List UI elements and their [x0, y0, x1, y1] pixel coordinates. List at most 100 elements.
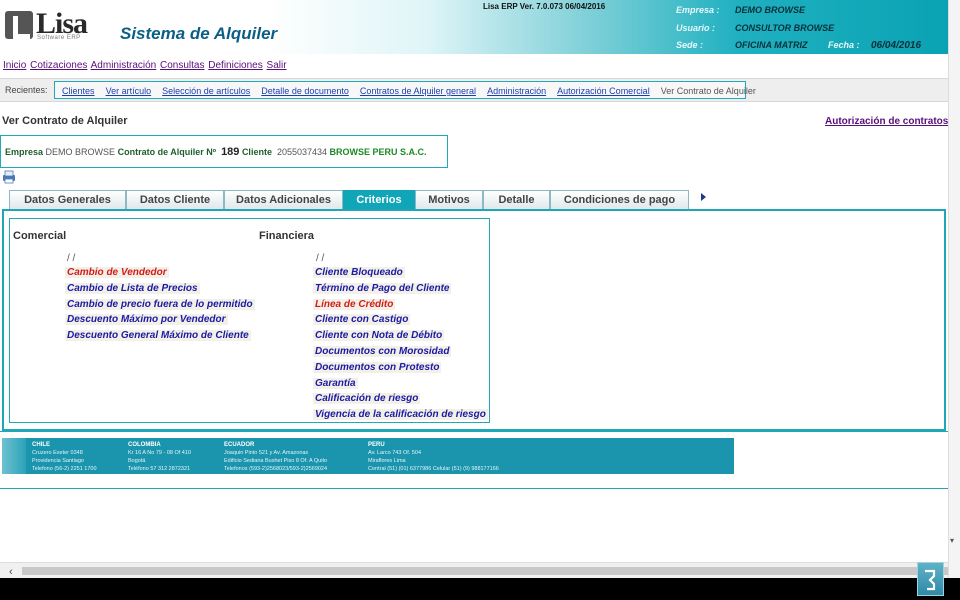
print-icon[interactable] — [2, 170, 16, 184]
cliente-ruc: 2055037434 — [276, 147, 328, 157]
office-line: Miraflores Lima — [368, 458, 406, 464]
scrollbar-thumb[interactable] — [22, 567, 948, 575]
scroll-down-icon[interactable]: ▾ — [950, 536, 954, 545]
office-colombia: COLOMBIA Kr 16 A No 79 - 08 Of 410 Bogotá T… — [128, 441, 191, 473]
cliente-name: BROWSE PERU S.A.C. — [329, 147, 427, 157]
recent-link-administracion[interactable]: Administración — [487, 86, 546, 96]
footer-offices: CHILE Cruzero Exeter 0348 Providencia Sant… — [2, 438, 734, 474]
menu-definiciones[interactable]: Definiciones — [208, 60, 262, 71]
corner-app-icon[interactable] — [917, 562, 944, 596]
footer: CHILE Cruzero Exeter 0348 Providencia Sant… — [0, 431, 948, 489]
office-country: PERU — [368, 442, 385, 448]
financiera-criterion[interactable]: Calificación de riesgo — [313, 393, 421, 405]
menu-cotizaciones[interactable]: Cotizaciones — [30, 60, 87, 71]
recents-links: Clientes Ver artículo Selección de artíc… — [54, 81, 756, 99]
vertical-scrollbar[interactable]: ▾ — [948, 0, 960, 578]
empresa-info-label: Empresa — [5, 147, 44, 157]
empresa-label: Empresa : — [676, 5, 720, 15]
office-country: ECUADOR — [224, 442, 255, 448]
empresa-value: DEMO BROWSE — [735, 5, 806, 15]
taskbar — [0, 578, 960, 600]
recent-link-contratos-alquiler[interactable]: Contratos de Alquiler general — [360, 86, 476, 96]
financiera-criterion[interactable]: Cliente con Castigo — [313, 314, 411, 326]
page-title: Ver Contrato de Alquiler — [2, 115, 128, 127]
fecha-label: Fecha : — [828, 40, 860, 50]
office-line: Av. Larco 743 Of. 504 — [368, 450, 421, 456]
recent-link-detalle-documento[interactable]: Detalle de documento — [261, 86, 349, 96]
office-line: Telefonos (593-2)2568023/593-2)2569024 — [224, 466, 328, 472]
financiera-criterion[interactable]: Documentos con Morosidad — [313, 346, 452, 357]
menu-salir[interactable]: Salir — [267, 60, 287, 71]
fecha-value: 06/04/2016 — [871, 40, 922, 51]
sede-value: OFICINA MATRIZ — [735, 40, 808, 50]
lisa-logo: Lisa Software ERP — [5, 7, 88, 43]
office-line: Providencia Santiago — [32, 458, 84, 464]
comercial-date: / / — [67, 253, 76, 264]
tab-content: Comercial Financiera / / / / Cambio de V… — [2, 209, 946, 431]
recent-current-page: Ver Contrato de Alquiler — [660, 86, 756, 96]
usuario-label: Usuario : — [676, 23, 716, 33]
office-line: Bogotá — [128, 458, 146, 464]
menu-consultas[interactable]: Consultas — [160, 60, 204, 71]
tab-criterios[interactable]: Criterios — [343, 190, 415, 210]
financiera-criterion[interactable]: Línea de Crédito — [313, 298, 396, 310]
footer-stripe — [2, 438, 26, 474]
contrato-number: 189 — [221, 146, 240, 158]
office-chile: CHILE Cruzero Exeter 0348 Providencia Sant… — [32, 441, 97, 473]
app-window: Lisa Software ERP Sistema de Alquiler Li… — [0, 0, 960, 600]
menu-inicio[interactable]: Inicio — [3, 60, 26, 71]
app-title: Sistema de Alquiler — [120, 24, 278, 43]
tab-datos-cliente[interactable]: Datos Cliente — [126, 190, 224, 210]
logo-subtext: Software ERP — [37, 35, 81, 41]
comercial-title: Comercial — [13, 230, 67, 242]
office-line: Joaquin Pinto 521 y Av. Amazonas — [224, 450, 309, 456]
horizontal-scrollbar[interactable]: ‹ — [0, 562, 948, 578]
financiera-criterion[interactable]: Cliente Bloqueado — [313, 267, 405, 278]
financiera-criterion[interactable]: Término de Pago del Cliente — [313, 282, 452, 294]
financiera-title: Financiera — [259, 230, 315, 242]
office-line: Central (51) (01) 6377986 Celular (51) (… — [368, 466, 499, 472]
version-label: Lisa ERP Ver. 7.0.073 06/04/2016 — [483, 2, 606, 11]
financiera-criterion[interactable]: Vigencia de la calificación de riesgo — [313, 409, 488, 421]
comercial-criterion[interactable]: Descuento General Máximo de Cliente — [65, 330, 251, 342]
scroll-left-icon[interactable]: ‹ — [9, 566, 13, 578]
lisa-logo-icon — [5, 11, 33, 39]
financiera-criterion[interactable]: Cliente con Nota de Débito — [313, 330, 445, 342]
financiera-criterion[interactable]: Garantía — [313, 377, 358, 389]
tab-scroll-right-icon[interactable] — [701, 193, 706, 201]
contrato-label: Contrato de Alquiler Nº — [117, 147, 217, 157]
comercial-criterion[interactable]: Cambio de precio fuera de lo permitido — [65, 298, 255, 310]
main-menu: Inicio Cotizaciones Administración Consu… — [3, 60, 288, 71]
tab-datos-adicionales[interactable]: Datos Adicionales — [224, 190, 343, 210]
office-line: Kr 16 A No 79 - 08 Of 410 — [128, 450, 191, 456]
tab-motivos[interactable]: Motivos — [415, 190, 483, 210]
tab-datos-generales[interactable]: Datos Generales — [9, 190, 126, 210]
recents-bar: Recientes: Clientes Ver artículo Selecci… — [0, 78, 948, 102]
comercial-criterion[interactable]: Descuento Máximo por Vendedor — [65, 314, 228, 326]
office-country: CHILE — [32, 442, 50, 448]
recent-link-clientes[interactable]: Clientes — [62, 86, 95, 96]
cliente-label: Cliente — [241, 147, 272, 157]
office-line: Cruzero Exeter 0348 — [32, 450, 83, 456]
recents-label: Recientes: — [5, 85, 48, 95]
office-country: COLOMBIA — [128, 442, 161, 448]
empresa-info-value: DEMO BROWSE — [45, 147, 116, 157]
recent-link-seleccion-articulos[interactable]: Selección de artículos — [162, 86, 250, 96]
arrow-icon — [925, 569, 936, 591]
app-header: Lisa Software ERP Sistema de Alquiler Li… — [0, 0, 948, 54]
autorizacion-contratos-link[interactable]: Autorización de contratos — [825, 116, 948, 127]
office-line: Telefono (56-2) 2251 1700 — [32, 466, 97, 472]
office-line: Teléfono 57 312 2872321 — [128, 466, 191, 472]
sede-label: Sede : — [676, 40, 704, 50]
financiera-date: / / — [316, 253, 325, 264]
tab-detalle[interactable]: Detalle — [483, 190, 550, 210]
recent-link-autorizacion-comercial[interactable]: Autorización Comercial — [557, 86, 650, 96]
recent-link-ver-articulo[interactable]: Ver artículo — [106, 86, 152, 96]
office-ecuador: ECUADOR Joaquin Pinto 521 y Av. Amazonas E… — [224, 441, 327, 473]
tab-condiciones-pago[interactable]: Condiciones de pago — [550, 190, 689, 210]
financiera-criterion[interactable]: Documentos con Protesto — [313, 361, 442, 373]
comercial-criterion[interactable]: Cambio de Lista de Precios — [65, 282, 200, 294]
usuario-value: CONSULTOR BROWSE — [735, 23, 835, 33]
menu-administracion[interactable]: Administración — [91, 60, 157, 71]
comercial-criterion[interactable]: Cambio de Vendedor — [65, 267, 169, 278]
